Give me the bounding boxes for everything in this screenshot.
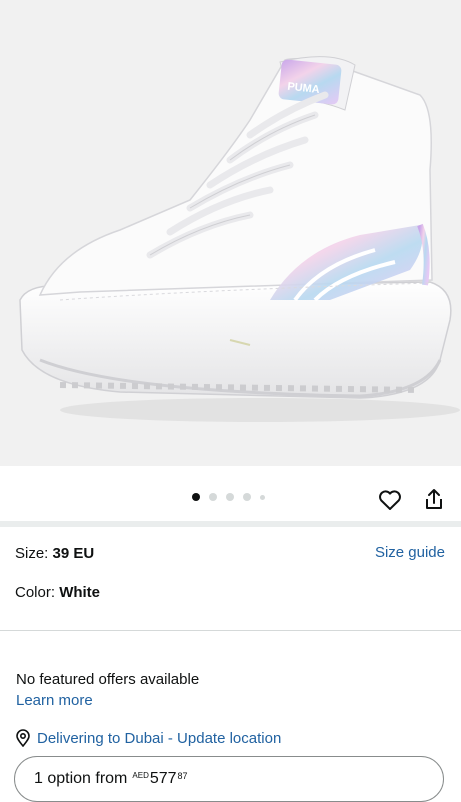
price-whole: 577 — [149, 770, 177, 787]
size-guide-link[interactable]: Size guide — [375, 544, 445, 561]
option-price: AED 577 87 — [132, 770, 187, 788]
learn-more-link[interactable]: Learn more — [16, 690, 199, 711]
share-button[interactable] — [420, 485, 448, 513]
heart-icon — [379, 490, 401, 510]
wishlist-button[interactable] — [376, 486, 404, 514]
carousel-dot[interactable] — [260, 494, 265, 500]
option-from-button[interactable]: 1 option from AED 577 87 — [14, 756, 444, 802]
color-value: White — [59, 584, 101, 601]
section-divider — [0, 630, 461, 631]
carousel-dot[interactable] — [243, 493, 251, 501]
size-value: 39 EU — [52, 545, 95, 562]
share-icon — [426, 489, 442, 509]
carousel-dot[interactable] — [209, 493, 217, 501]
size-row[interactable]: Size: 39 EU — [15, 544, 94, 564]
section-divider — [0, 521, 461, 527]
color-row[interactable]: Color: White — [15, 583, 100, 603]
sneaker-image: PUMA — [19, 56, 460, 422]
carousel-dot-active[interactable] — [192, 493, 200, 501]
carousel-dot[interactable] — [226, 493, 234, 501]
delivery-location[interactable]: Delivering to Dubai - Update location — [15, 729, 281, 747]
option-label: 1 option from — [34, 770, 128, 787]
price-fraction: 87 — [177, 771, 188, 781]
carousel-dots[interactable] — [192, 493, 265, 501]
location-pin-icon — [16, 729, 30, 747]
size-label: Size: — [15, 545, 53, 562]
delivery-text[interactable]: Delivering to Dubai - Update location — [37, 730, 281, 747]
offers-section: No featured offers available Learn more — [16, 669, 199, 711]
no-offers-message: No featured offers available — [16, 671, 200, 688]
price-currency: AED — [132, 771, 149, 780]
product-image[interactable]: PUMA — [0, 0, 461, 466]
color-label: Color: — [15, 584, 60, 601]
